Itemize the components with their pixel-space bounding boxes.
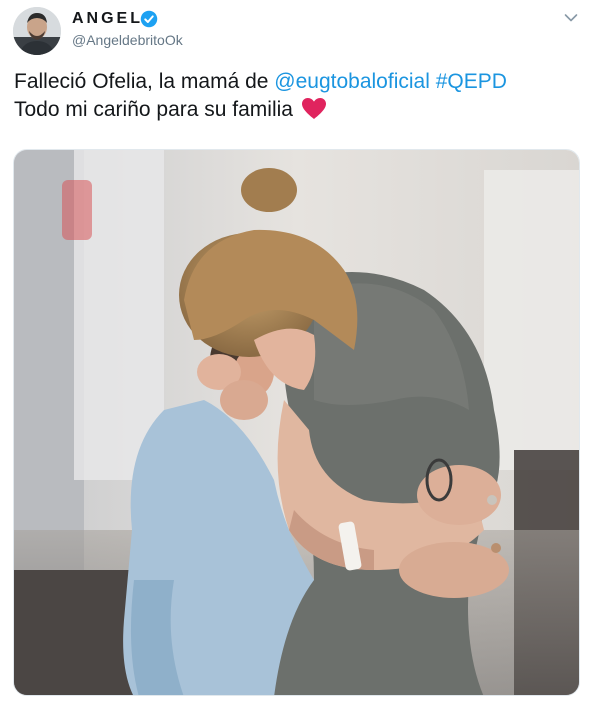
red-heart-icon — [301, 98, 326, 119]
tweet-text: Falleció Ofelia, la mamá de @eugtobalofi… — [14, 68, 574, 124]
hashtag-link[interactable]: #QEPD — [436, 70, 507, 93]
mention-link[interactable]: @eugtobaloficial — [274, 70, 430, 93]
author-handle[interactable]: @AngeldebritoOk — [72, 31, 183, 49]
tweet-photo[interactable] — [13, 149, 580, 696]
tweet-card: ANGEL @AngeldebritoOk Falleció Ofelia, l… — [0, 0, 595, 706]
tweet-text-line-2-text: Todo mi cariño para su familia — [14, 98, 293, 121]
author-display-name[interactable]: ANGEL — [72, 9, 143, 29]
tweet-text-line-1: Falleció Ofelia, la mamá de @eugtobalofi… — [14, 68, 574, 96]
avatar[interactable] — [13, 7, 61, 55]
user-avatar-icon — [13, 7, 61, 55]
chevron-down-icon[interactable] — [564, 13, 578, 23]
photo-hug-icon — [14, 150, 579, 695]
tweet-text-prefix: Falleció Ofelia, la mamá de — [14, 70, 275, 93]
verified-badge-icon — [140, 10, 158, 28]
tweet-text-line-2: Todo mi cariño para su familia — [14, 96, 574, 124]
